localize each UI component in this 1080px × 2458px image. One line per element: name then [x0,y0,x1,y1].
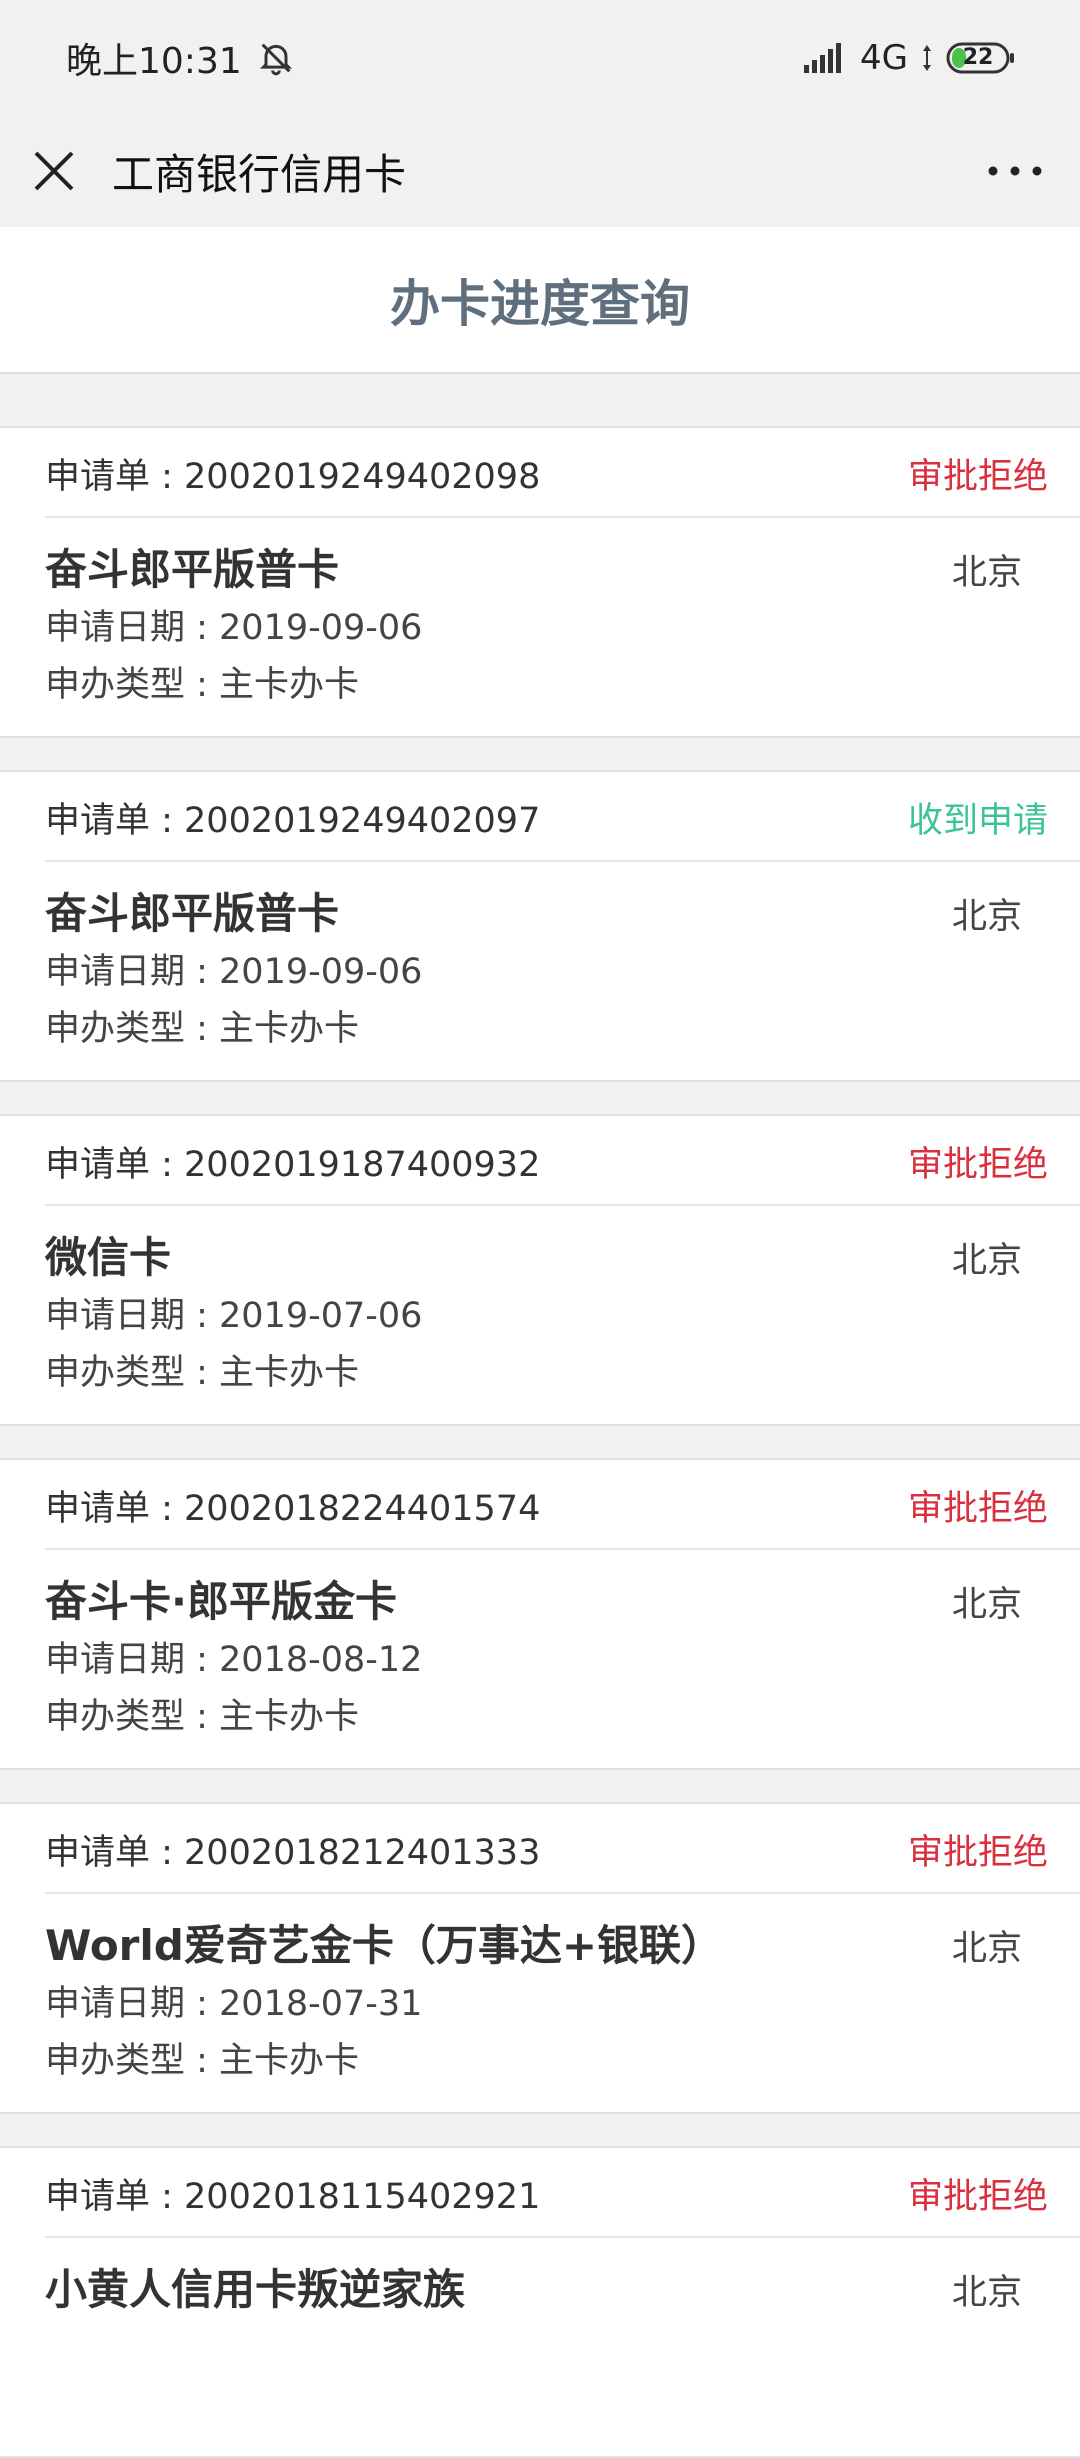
application-card[interactable]: 申请单 : 2002019249402098 审批拒绝 奋斗郎平版普卡 申请日期… [0,426,1080,738]
order-number: 申请单 : 2002019249402098 [45,456,541,497]
apply-type: 申办类型 : 主卡办卡 [45,1353,360,1393]
apply-type [45,2377,1035,2434]
battery-icon: 22 [946,41,1016,75]
card-header: 申请单 : 2002018212401333 审批拒绝 [0,1804,1080,1894]
apply-date: 申请日期 : 2019-07-06 [45,1296,423,1336]
status-badge: 审批拒绝 [907,1488,1048,1529]
card-header: 申请单 : 2002018115402921 审批拒绝 [0,2148,1080,2238]
card-header: 申请单 : 2002018224401574 审批拒绝 [0,1460,1080,1550]
card-body: 小黄人信用卡叛逆家族 北京 [0,2238,1080,2434]
order-number: 申请单 : 2002019249402097 [45,800,541,841]
nav-bar: 工商银行信用卡 [0,115,1080,227]
status-badge: 收到申请 [907,800,1048,841]
status-badge: 审批拒绝 [907,1832,1048,1873]
page-title: 办卡进度查询 [390,274,690,333]
card-body: 奋斗郎平版普卡 申请日期 : 2019-09-06 申办类型 : 主卡办卡 北京 [0,518,1080,714]
application-card[interactable]: 申请单 : 2002019249402097 收到申请 奋斗郎平版普卡 申请日期… [0,770,1080,1082]
card-body: 奋斗郎平版普卡 申请日期 : 2019-09-06 申办类型 : 主卡办卡 北京 [0,862,1080,1058]
card-name: 微信卡 [45,1233,172,1282]
card-name: 小黄人信用卡叛逆家族 [45,2265,466,2314]
card-city: 北京 [951,897,1022,937]
order-number: 申请单 : 2002018115402921 [45,2176,541,2217]
apply-type: 申办类型 : 主卡办卡 [45,2041,360,2081]
apply-date: 申请日期 : 2019-09-06 [45,952,423,992]
mute-bell-icon [256,38,296,78]
status-time: 晚上10:31 [66,40,242,82]
card-city: 北京 [951,1241,1022,1281]
apply-date: 申请日期 : 2019-09-06 [45,608,423,648]
card-name: World爱奇艺金卡（万事达+银联） [45,1921,724,1970]
status-left: 晚上10:31 [66,32,296,84]
close-button[interactable] [30,147,78,195]
card-city: 北京 [951,553,1022,593]
apply-type: 申办类型 : 主卡办卡 [45,665,360,705]
card-city: 北京 [951,1585,1022,1625]
card-name: 奋斗郎平版普卡 [45,545,340,594]
apply-type: 申办类型 : 主卡办卡 [45,1009,360,1049]
nav-title: 工商银行信用卡 [112,149,407,199]
data-arrows-icon [920,43,934,73]
card-city: 北京 [951,2273,1022,2313]
application-card[interactable]: 申请单 : 2002018115402921 审批拒绝 小黄人信用卡叛逆家族 北… [0,2146,1080,2458]
application-card[interactable]: 申请单 : 2002019187400932 审批拒绝 微信卡 申请日期 : 2… [0,1114,1080,1426]
network-type: 4G [860,37,908,78]
card-header: 申请单 : 2002019249402098 审批拒绝 [0,428,1080,518]
status-right: 4G 22 [804,38,1016,78]
status-badge: 审批拒绝 [907,1144,1048,1185]
close-icon [32,149,76,193]
status-bar: 晚上10:31 4G 22 [0,0,1080,115]
order-number: 申请单 : 2002018224401574 [45,1488,541,1529]
card-header: 申请单 : 2002019187400932 审批拒绝 [0,1116,1080,1206]
status-badge: 审批拒绝 [907,456,1048,497]
application-card[interactable]: 申请单 : 2002018224401574 审批拒绝 奋斗卡·郎平版金卡 申请… [0,1458,1080,1770]
page-header: 办卡进度查询 [0,227,1080,374]
card-body: 奋斗卡·郎平版金卡 申请日期 : 2018-08-12 申办类型 : 主卡办卡 … [0,1550,1080,1746]
apply-date: 申请日期 : 2018-08-12 [45,1640,423,1680]
signal-icon [804,42,848,73]
card-city: 北京 [951,1929,1022,1969]
order-number: 申请单 : 2002018212401333 [45,1832,541,1873]
apply-type: 申办类型 : 主卡办卡 [45,1697,360,1737]
battery-level: 22 [962,44,994,70]
card-name: 奋斗郎平版普卡 [45,889,340,938]
status-badge: 审批拒绝 [907,2176,1048,2217]
application-list: 申请单 : 2002019249402098 审批拒绝 奋斗郎平版普卡 申请日期… [0,374,1080,2458]
card-body: World爱奇艺金卡（万事达+银联） 申请日期 : 2018-07-31 申办类… [0,1894,1080,2090]
more-dots-icon [987,165,1043,177]
card-body: 微信卡 申请日期 : 2019-07-06 申办类型 : 主卡办卡 北京 [0,1206,1080,1402]
card-header: 申请单 : 2002019249402097 收到申请 [0,772,1080,862]
card-name: 奋斗卡·郎平版金卡 [45,1577,397,1626]
order-number: 申请单 : 2002019187400932 [45,1144,541,1185]
more-button[interactable] [980,145,1050,197]
apply-date [45,2320,1035,2377]
application-card[interactable]: 申请单 : 2002018212401333 审批拒绝 World爱奇艺金卡（万… [0,1802,1080,2114]
apply-date: 申请日期 : 2018-07-31 [45,1984,423,2024]
